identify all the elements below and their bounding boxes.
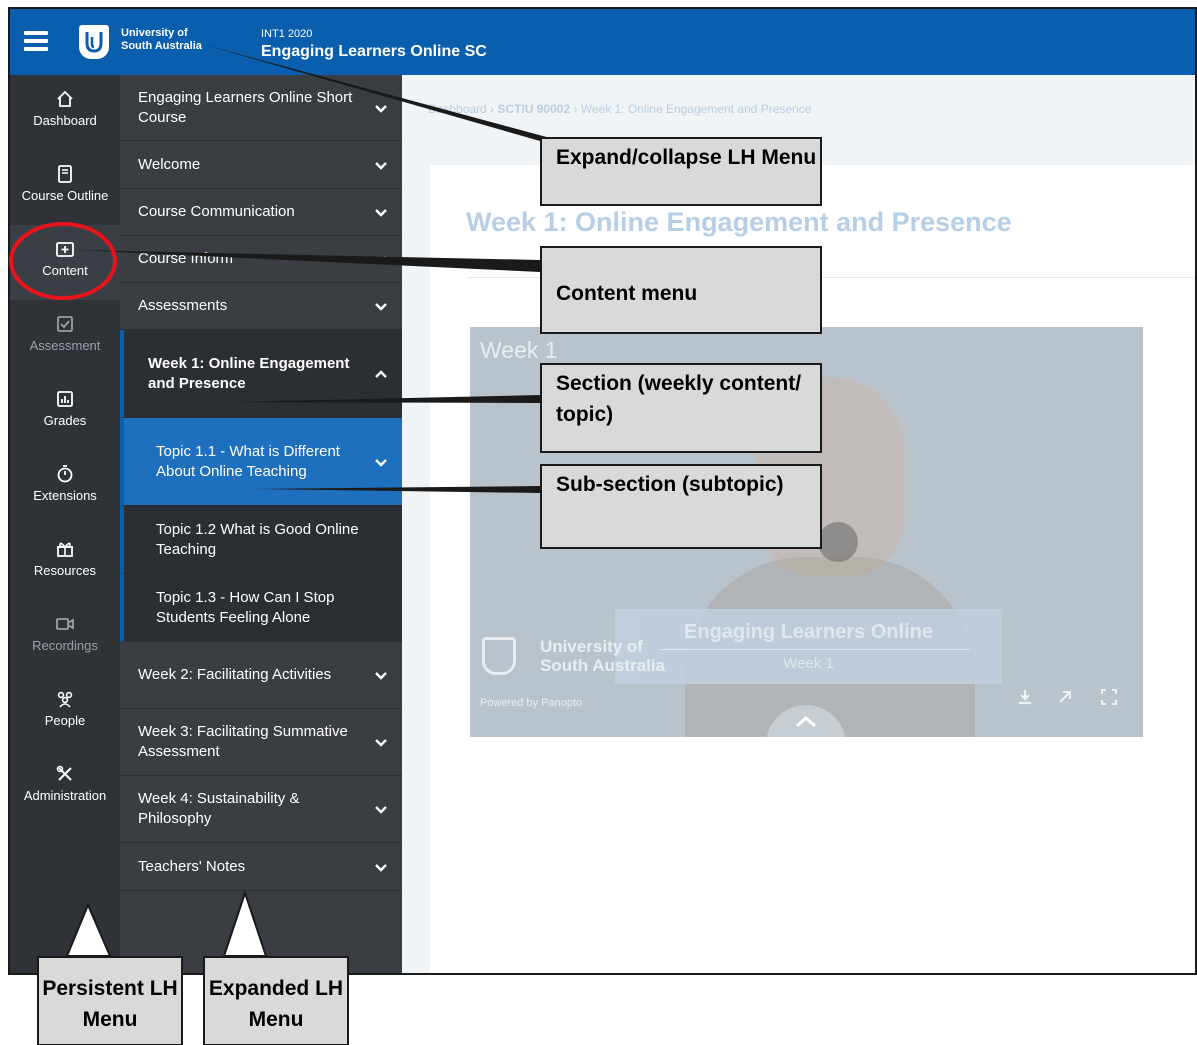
- chevron-up-icon: [796, 715, 816, 728]
- chevron-down-icon[interactable]: [374, 862, 388, 872]
- menu-item-label: Welcome: [138, 155, 201, 173]
- breadcrumb-course[interactable]: SCTIU 90002: [497, 102, 570, 116]
- callout-expand-collapse: Expand/collapse LH Menu: [540, 137, 822, 206]
- persistent-menu-extensions[interactable]: Extensions: [10, 450, 120, 525]
- menu-item-welcome[interactable]: Welcome: [120, 141, 402, 189]
- menu-item-label: Week 3: Facilitating Summative Assessmen…: [138, 723, 348, 760]
- persistent-menu-label: Recordings: [32, 638, 98, 653]
- persistent-menu-assessment[interactable]: Assessment: [10, 300, 120, 375]
- fullscreen-icon[interactable]: [1099, 687, 1119, 707]
- menu-item-label: Week 4: Sustainability & Philosophy: [138, 790, 300, 827]
- persistent-menu-content[interactable]: Content: [10, 225, 120, 300]
- menu-item-label: Topic 1.3 - How Can I Stop Students Feel…: [156, 588, 335, 626]
- course-code: INT1 2020: [261, 28, 313, 40]
- video-banner-divider: [660, 649, 970, 650]
- video-camera-icon: [56, 618, 74, 630]
- menu-item-week-2-facilitating-activities[interactable]: Week 2: Facilitating Activities: [120, 642, 402, 709]
- persistent-menu-resources[interactable]: Resources: [10, 525, 120, 600]
- menu-item-assessments[interactable]: Assessments: [120, 283, 402, 330]
- menu-subsection-topic-1-3-how-can-i-stop-students-feeling-alone[interactable]: Topic 1.3 - How Can I Stop Students Feel…: [120, 574, 402, 642]
- breadcrumb-separator-icon: ›: [573, 102, 581, 116]
- menu-item-label: Topic 1.1 - What is Different About Onli…: [156, 442, 340, 480]
- persistent-menu-label: Course Outline: [21, 188, 109, 203]
- chevron-down-icon[interactable]: [374, 804, 388, 814]
- stopwatch-icon: [57, 465, 73, 483]
- persistent-menu-label: Assessment: [29, 338, 101, 353]
- bar-chart-icon: [57, 391, 73, 407]
- chevron-down-icon[interactable]: [374, 301, 388, 311]
- menu-subsection-topic-1-1-what-is-different-about-online-teaching[interactable]: Topic 1.1 - What is Different About Onli…: [120, 418, 402, 506]
- checkbox-icon: [57, 316, 73, 332]
- persistent-menu-administration[interactable]: Administration: [10, 750, 120, 825]
- breadcrumb: Dashboard › SCTIU 90002 › Week 1: Online…: [428, 102, 811, 116]
- persistent-menu-dashboard[interactable]: Dashboard: [10, 75, 120, 150]
- chevron-down-icon[interactable]: [374, 457, 388, 467]
- chevron-down-icon[interactable]: [374, 207, 388, 217]
- menu-section-week-1-online-engagement-and-presence[interactable]: Week 1: Online Engagement and Presence: [120, 330, 402, 418]
- menu-item-label: Course Inform: [138, 250, 234, 267]
- course-title[interactable]: Engaging Learners Online SC: [261, 43, 487, 61]
- microphone: [818, 522, 858, 562]
- menu-item-engaging-learners-online-short-course[interactable]: Engaging Learners Online Short Course: [120, 75, 402, 141]
- persistent-left-menu: Dashboard Course Outline Content Assessment…: [10, 75, 120, 973]
- persistent-menu-label: Grades: [43, 413, 87, 428]
- persistent-menu-label: Resources: [33, 563, 97, 578]
- content-folder-icon: [56, 242, 74, 257]
- persistent-menu-people[interactable]: People: [10, 675, 120, 750]
- menu-item-week-4-sustainability-philosophy[interactable]: Week 4: Sustainability & Philosophy: [120, 776, 402, 843]
- persistent-menu-grades[interactable]: Grades: [10, 375, 120, 450]
- open-external-icon[interactable]: [1055, 687, 1075, 707]
- video-corner-label: Week 1: [480, 337, 558, 363]
- gift-icon: [57, 542, 73, 557]
- callout-subsection: Sub-section (subtopic): [540, 464, 822, 549]
- video-university-logo-icon: [482, 637, 516, 675]
- callout-section: Section (weekly content/ topic): [540, 363, 822, 453]
- expanded-left-menu: Engaging Learners Online Short Course Wel…: [120, 75, 402, 973]
- persistent-menu-recordings[interactable]: Recordings: [10, 600, 120, 675]
- menu-item-label: Week 2: Facilitating Activities: [138, 666, 332, 683]
- persistent-menu-label: Extensions: [33, 488, 97, 503]
- persistent-menu-label: Content: [42, 263, 88, 278]
- top-bar: University of South Australia INT1 2020 …: [10, 9, 1195, 75]
- download-icon[interactable]: [1015, 687, 1035, 707]
- persistent-menu-course-outline[interactable]: Course Outline: [10, 150, 120, 225]
- video-powered-by: Powered by Panopto: [480, 697, 583, 709]
- annotated-screenshot: University of South Australia INT1 2020 …: [0, 0, 1197, 1045]
- menu-item-course-inform[interactable]: Course Inform: [120, 236, 402, 283]
- chevron-down-icon[interactable]: [374, 737, 388, 747]
- home-icon: [57, 90, 73, 107]
- menu-item-course-communication[interactable]: Course Communication: [120, 189, 402, 236]
- tools-icon: [56, 765, 72, 781]
- callout-content-menu: Content menu: [540, 246, 822, 334]
- video-controls: [1015, 687, 1135, 709]
- video-university-name: University of South Australia: [540, 637, 665, 675]
- menu-item-label: Teachers' Notes: [138, 857, 246, 875]
- chevron-down-icon[interactable]: [374, 254, 388, 264]
- chevron-down-icon[interactable]: [374, 160, 388, 170]
- breadcrumb-home[interactable]: Dashboard: [428, 102, 487, 116]
- menu-item-label: Engaging Learners Online Short Course: [138, 88, 353, 126]
- menu-item-teachers-notes[interactable]: Teachers' Notes: [120, 843, 402, 891]
- callout-persistent-menu: Persistent LH Menu: [37, 956, 183, 1045]
- hamburger-menu-icon[interactable]: [24, 31, 48, 51]
- persistent-menu-label: Administration: [23, 788, 107, 803]
- menu-item-label: Week 1: Online Engagement and Presence: [148, 354, 350, 392]
- page-title: Week 1: Online Engagement and Presence: [466, 207, 1012, 237]
- menu-item-label: Topic 1.2 What is Good Online Teaching: [156, 520, 359, 558]
- university-logo-icon[interactable]: [79, 25, 109, 59]
- menu-subsection-topic-1-2-what-is-good-online-teaching[interactable]: Topic 1.2 What is Good Online Teaching: [120, 506, 402, 574]
- book-icon: [58, 165, 72, 183]
- menu-item-label: Course Communication: [138, 203, 295, 220]
- persistent-menu-label: People: [44, 713, 86, 728]
- chevron-down-icon[interactable]: [374, 670, 388, 680]
- menu-item-week-3-facilitating-summative-assessment[interactable]: Week 3: Facilitating Summative Assessmen…: [120, 709, 402, 776]
- breadcrumb-page: Week 1: Online Engagement and Presence: [580, 102, 812, 116]
- university-name: University of South Australia: [121, 27, 202, 52]
- callout-expanded-menu: Expanded LH Menu: [203, 956, 349, 1045]
- chevron-down-icon[interactable]: [374, 103, 388, 113]
- menu-item-label: Assessments: [138, 297, 228, 314]
- persistent-menu-label: Dashboard: [33, 113, 97, 128]
- chevron-up-icon[interactable]: [374, 369, 388, 379]
- people-icon: [57, 691, 73, 708]
